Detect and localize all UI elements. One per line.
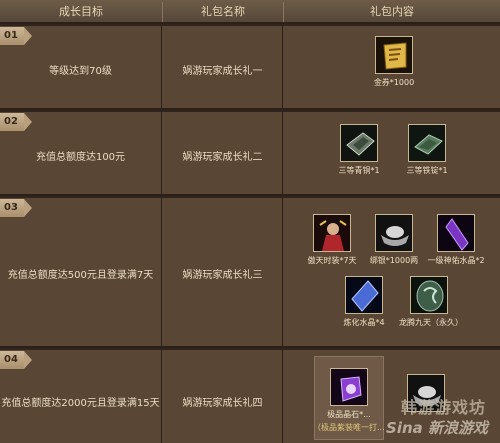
goal-cell: 02 充值总额度达100元 [0,112,162,194]
header-pack-content: 礼包内容 [370,5,414,18]
pack-name-text: 娲游玩家成长礼四 [182,398,263,409]
row-number-badge: 04 [0,351,32,369]
gift-item[interactable]: 一级神佑水晶*2 [426,214,486,266]
gift-item-label: 龙腾九天（永久） [399,318,463,327]
row-number-badge: 03 [0,199,32,217]
gold-coupon-icon [375,36,413,74]
pack-name-text: 娲游玩家成长礼一 [182,66,263,77]
goal-cell: 01 等级达到70级 [0,26,162,108]
gift-item-label: 金券*1000 [373,78,415,87]
blue-crystal-icon [345,276,383,314]
pack-name-cell: 娲游玩家成长礼二 [163,112,283,194]
gift-item-label: 三等青铜*1 [338,166,380,175]
gift-item-label: 绑银*1000两 [369,256,419,265]
pack-content-cell: 三等青铜*1 三等铁锭*1 [284,112,500,194]
pack-name-text: 娲游玩家成长礼二 [182,152,263,163]
pack-name-cell: 娲游玩家成长礼三 [163,198,283,346]
gift-item-label: 傲天时装*7天 [307,256,357,265]
gift-item[interactable]: 极品晶石*... [319,368,379,420]
premium-crystal-icon [330,368,368,406]
row-number-badge: 02 [0,113,32,131]
gift-item[interactable]: 龙腾九天（永久） [399,276,463,328]
purple-crystal-icon [437,214,475,252]
iron-ingot-icon [408,124,446,162]
pack-name-cell: 娲游玩家成长礼四 [163,350,283,443]
gift-item-label: 一级神佑水晶*2 [427,256,485,265]
goal-cell: 03 充值总额度达500元且登录满7天 [0,198,162,346]
gift-item-label: 三等铁锭*1 [406,166,448,175]
sina-watermark: Sina 新浪游戏 [386,419,488,437]
goal-text: 充值总额度达500元且登录满7天 [7,270,154,281]
row-number-badge: 01 [0,27,32,45]
gift-item-label: 极品晶石*... [327,410,371,419]
goal-text: 等级达到70级 [49,66,112,77]
pack-name-text: 娲游玩家成长礼三 [182,270,263,281]
table-header: 成长目标 礼包名称 礼包内容 [0,0,500,24]
dragon-token-icon [410,276,448,314]
silver-ingot-icon [375,214,413,252]
gift-item[interactable]: 金券*1000 [364,36,424,88]
bronze-ingot-icon [340,124,378,162]
header-goal: 成长目标 [59,5,103,18]
pack-content-cell: 金券*1000 [284,26,500,108]
gift-item[interactable]: 绑银*1000两 [364,214,424,266]
pack-name-cell: 娲游玩家成长礼一 [163,26,283,108]
growth-gift-table: 成长目标 礼包名称 礼包内容 01 等级达到70级 娲游玩家成长礼一 金券*10… [0,0,500,443]
gift-item[interactable]: 三等青铜*1 [329,124,389,176]
watermark-text: 韩游游戏坊 [400,398,486,417]
gift-item[interactable]: 三等铁锭*1 [397,124,457,176]
item-note: （极品紫装唯一打... [313,423,385,432]
pack-content-cell: 傲天时装*7天 绑银*1000两 一级神佑水晶*2 炼化水晶*4 龙腾九天（永久… [284,198,500,346]
goal-text: 充值总额度达100元 [35,152,126,163]
header-pack-name: 礼包名称 [201,5,245,18]
gift-item-label: 炼化水晶*4 [343,318,385,327]
goal-cell: 04 充值总额度达2000元且登录满15天 [0,350,162,443]
table-row: 03 充值总额度达500元且登录满7天 娲游玩家成长礼三 傲天时装*7天 绑银*… [0,198,500,348]
goal-text: 充值总额度达2000元且登录满15天 [1,398,160,409]
gift-item[interactable]: 傲天时装*7天 [302,214,362,266]
table-row: 02 充值总额度达100元 娲游玩家成长礼二 三等青铜*1 三等铁锭*1 [0,112,500,196]
costume-icon [313,214,351,252]
table-row: 01 等级达到70级 娲游玩家成长礼一 金券*1000 [0,26,500,110]
gift-item[interactable]: 炼化水晶*4 [334,276,394,328]
